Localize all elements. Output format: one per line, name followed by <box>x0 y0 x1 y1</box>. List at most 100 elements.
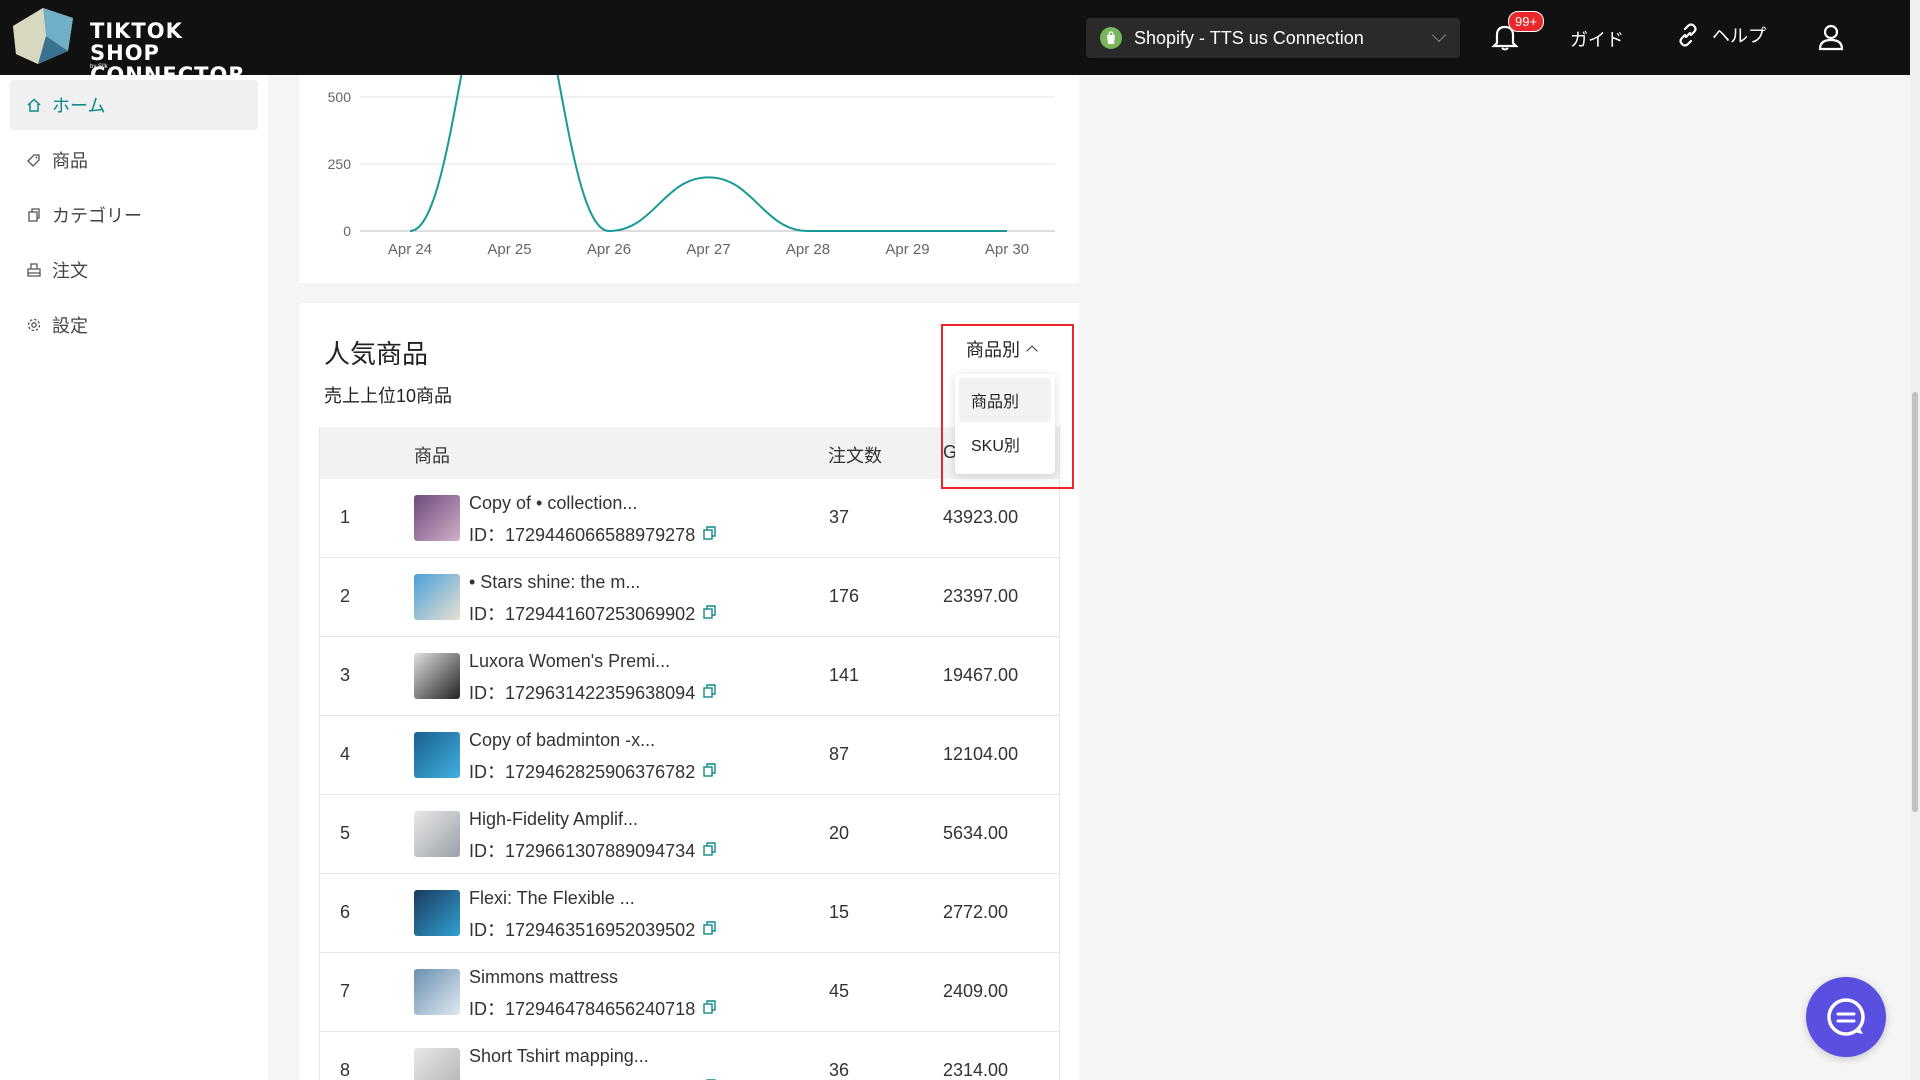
x-tick-label: Apr 24 <box>388 241 432 258</box>
copy-icon[interactable] <box>703 682 716 703</box>
store-select-label: Shopify - TTS us Connection <box>1134 27 1364 48</box>
column-header-orders[interactable]: 注文数 <box>828 442 882 468</box>
guide-link[interactable]: ガイド <box>1570 26 1624 52</box>
table-row[interactable]: 4 Copy of badminton -x... ID：1729462825906… <box>320 716 1059 795</box>
x-tick-label: Apr 27 <box>686 241 730 258</box>
user-icon[interactable] <box>1816 22 1846 57</box>
copy-icon[interactable] <box>703 998 716 1019</box>
dropdown-option-by-sku[interactable]: SKU別 <box>959 422 1051 466</box>
product-id: ID：1729463516952039502 <box>469 916 716 942</box>
rank-cell: 6 <box>340 902 351 922</box>
table-row[interactable]: 8 Short Tshirt mapping... ID：1729573851586… <box>320 1032 1059 1080</box>
product-id: ID：1729441607253069902 <box>469 600 716 626</box>
x-tick-label: Apr 28 <box>786 241 830 258</box>
sidebar-item-settings[interactable]: 設定 <box>10 300 258 350</box>
product-name[interactable]: Luxora Women's Premi... <box>469 651 670 672</box>
section-title: 人気商品 <box>324 339 429 369</box>
product-name[interactable]: Flexi: The Flexible ... <box>469 888 635 909</box>
product-thumbnail[interactable] <box>414 574 460 620</box>
table-row[interactable]: 3 Luxora Women's Premi... ID：1729631422359… <box>320 637 1059 716</box>
help-link[interactable]: ヘルプ <box>1676 22 1766 48</box>
product-thumbnail[interactable] <box>414 732 460 778</box>
rank-cell: 1 <box>340 507 351 527</box>
orders-cell: 37 <box>829 507 850 527</box>
top-products-table: 商品 注文数 G 1 Copy of • collection... ID：1729… <box>319 427 1060 1080</box>
product-thumbnail[interactable] <box>414 495 460 541</box>
sort-dropdown-menu: 商品別 SKU別 <box>955 374 1055 474</box>
orders-cell: 141 <box>829 665 860 685</box>
table-header: 商品 注文数 G <box>320 427 1059 479</box>
product-name[interactable]: Copy of badminton -x... <box>469 730 655 751</box>
product-id: ID：1729446066588979278 <box>469 521 716 547</box>
y-tick-label: 250 <box>328 156 352 172</box>
x-tick-label: Apr 26 <box>587 241 631 258</box>
gmv-cell: 43923.00 <box>943 507 1019 527</box>
rank-cell: 4 <box>340 744 351 764</box>
gmv-cell: 2409.00 <box>943 981 1009 1001</box>
product-thumbnail[interactable] <box>414 1048 460 1080</box>
product-id-text: ID：1729661307889094734 <box>469 841 696 861</box>
product-id: ID：1729464784656240718 <box>469 995 716 1021</box>
product-id-text: ID：1729463516952039502 <box>469 920 696 940</box>
product-name[interactable]: Simmons mattress <box>469 967 618 988</box>
orders-cell: 87 <box>829 744 850 764</box>
table-row[interactable]: 1 Copy of • collection... ID：1729446066588… <box>320 479 1059 558</box>
copy-icon[interactable] <box>703 919 716 940</box>
product-name[interactable]: Copy of • collection... <box>469 493 637 514</box>
rank-cell: 3 <box>340 665 351 685</box>
rank-cell: 7 <box>340 981 351 1001</box>
y-tick-label: 500 <box>328 89 352 105</box>
dropdown-option-by-product[interactable]: 商品別 <box>959 378 1051 422</box>
chat-icon <box>1827 998 1865 1036</box>
copy-icon[interactable] <box>703 1077 716 1080</box>
shopify-icon <box>1100 27 1122 49</box>
sort-select[interactable]: 商品別 <box>966 336 1038 362</box>
orders-cell: 20 <box>829 823 850 843</box>
section-subtitle: 売上上位10商品 <box>324 386 453 406</box>
product-id: ID：1729462825906376782 <box>469 758 716 784</box>
gmv-cell: 19467.00 <box>943 665 1019 685</box>
gear-icon <box>26 317 42 333</box>
y-tick-label: 0 <box>343 223 351 239</box>
gmv-cell: 2772.00 <box>943 902 1009 922</box>
product-thumbnail[interactable] <box>414 653 460 699</box>
x-tick-label: Apr 29 <box>885 241 929 258</box>
table-row[interactable]: 2 • Stars shine: the m... ID：1729441607253… <box>320 558 1059 637</box>
scrollbar-thumb[interactable] <box>1912 392 1918 812</box>
help-label: ヘルプ <box>1712 26 1766 46</box>
chat-button[interactable] <box>1806 977 1886 1057</box>
product-name[interactable]: High-Fidelity Amplif... <box>469 809 638 830</box>
page-scrollbar[interactable] <box>1910 0 1920 1080</box>
product-id: ID：1729573851586138190 <box>469 1074 716 1080</box>
copy-icon[interactable] <box>703 524 716 545</box>
product-thumbnail[interactable] <box>414 890 460 936</box>
gmv-cell: 23397.00 <box>943 586 1019 606</box>
table-row[interactable]: 7 Simmons mattress ID：1729464784656240718 4… <box>320 953 1059 1032</box>
copy-icon[interactable] <box>703 603 716 624</box>
product-thumbnail[interactable] <box>414 969 460 1015</box>
chevron-down-icon <box>1431 27 1447 43</box>
column-header-product[interactable]: 商品 <box>414 442 450 468</box>
gmv-cell: 12104.00 <box>943 744 1019 764</box>
chevron-up-icon <box>1026 345 1038 357</box>
orders-cell: 176 <box>829 586 860 606</box>
orders-cell: 36 <box>829 1060 850 1080</box>
rank-cell: 8 <box>340 1060 351 1080</box>
orders-cell: 15 <box>829 902 850 922</box>
store-select[interactable]: Shopify - TTS us Connection <box>1086 18 1460 58</box>
product-name[interactable]: Short Tshirt mapping... <box>469 1046 649 1067</box>
copy-icon[interactable] <box>703 761 716 782</box>
gmv-cell: 2314.00 <box>943 1060 1009 1080</box>
product-id-text: ID：1729441607253069902 <box>469 604 696 624</box>
copy-icon[interactable] <box>703 840 716 861</box>
table-body: 1 Copy of • collection... ID：1729446066588… <box>320 479 1059 1080</box>
product-id-text: ID：1729631422359638094 <box>469 683 696 703</box>
product-id-text: ID：1729446066588979278 <box>469 525 696 545</box>
table-row[interactable]: 5 High-Fidelity Amplif... ID：1729661307889… <box>320 795 1059 874</box>
product-thumbnail[interactable] <box>414 811 460 857</box>
x-tick-label: Apr 25 <box>487 241 531 258</box>
sidebar-item-label: 設定 <box>52 316 88 336</box>
product-id-text: ID：1729573851586138190 <box>469 1074 695 1080</box>
product-name[interactable]: • Stars shine: the m... <box>469 572 640 593</box>
table-row[interactable]: 6 Flexi: The Flexible ... ID：1729463516952… <box>320 874 1059 953</box>
